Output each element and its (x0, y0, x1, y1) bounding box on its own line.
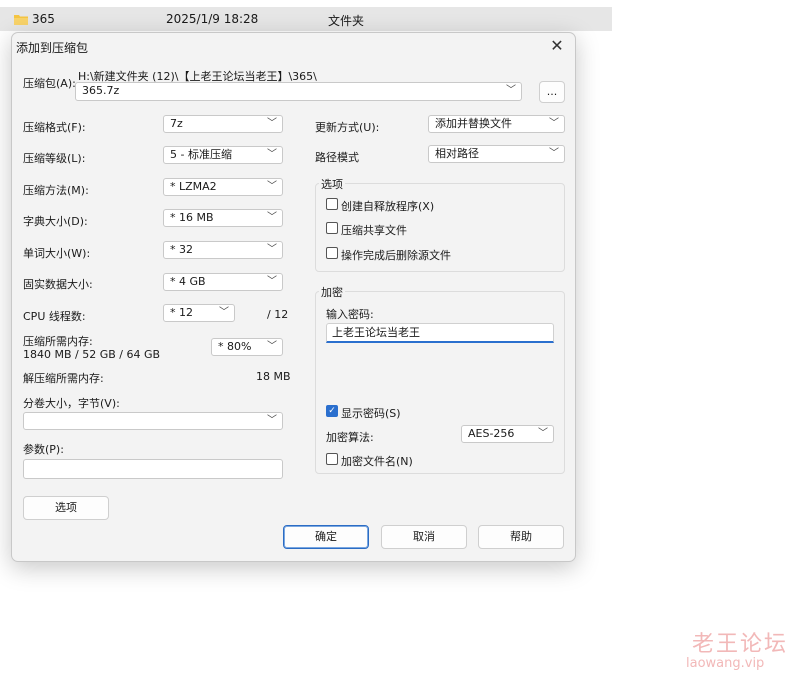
update-label: 更新方式(U): (315, 121, 380, 134)
threads-value: * 12 (170, 306, 193, 319)
explorer-item-name: 365 (32, 12, 55, 26)
update-select[interactable]: 添加并替换文件 ﹀ (428, 115, 565, 133)
method-label: 压缩方法(M): (23, 184, 89, 197)
dict-label: 字典大小(D): (23, 215, 88, 228)
delete-after-checkbox[interactable] (326, 247, 338, 259)
encrypt-names-checkbox[interactable] (326, 453, 338, 465)
delete-after-label: 操作完成后删除源文件 (341, 249, 451, 262)
word-label: 单词大小(W): (23, 247, 91, 260)
chevron-down-icon: ﹀ (549, 118, 559, 129)
path-mode-value: 相对路径 (435, 147, 479, 160)
show-password-label: 显示密码(S) (341, 407, 401, 420)
browse-button[interactable]: ... (539, 81, 565, 103)
params-input[interactable] (23, 459, 283, 479)
sfx-checkbox[interactable] (326, 198, 338, 210)
dict-select[interactable]: * 16 MB ﹀ (163, 209, 283, 227)
chevron-down-icon: ﹀ (267, 149, 277, 160)
threads-label: CPU 线程数: (23, 310, 86, 323)
add-to-archive-dialog: 添加到压缩包 ✕ 压缩包(A): H:\新建文件夹 (12)\【上老王论坛当老王… (11, 32, 576, 562)
level-value: 5 - 标准压缩 (170, 148, 232, 161)
chevron-down-icon: ﹀ (267, 276, 277, 287)
options-button[interactable]: 选项 (23, 496, 109, 520)
chevron-down-icon: ﹀ (267, 341, 277, 352)
dialog-title: 添加到压缩包 (16, 41, 89, 55)
dict-value: * 16 MB (170, 211, 214, 224)
ok-button[interactable]: 确定 (283, 525, 369, 549)
enc-method-label: 加密算法: (326, 431, 374, 444)
password-input[interactable]: 上老王论坛当老王 (326, 323, 554, 343)
password-label: 输入密码: (326, 308, 374, 321)
chevron-down-icon: ﹀ (267, 415, 277, 426)
split-label: 分卷大小，字节(V): (23, 397, 120, 410)
word-select[interactable]: * 32 ﹀ (163, 241, 283, 259)
threads-total: / 12 (267, 308, 289, 321)
check-icon: ✓ (328, 406, 336, 416)
mem-decomp-label: 解压缩所需内存: (23, 372, 104, 385)
chevron-down-icon: ﹀ (549, 148, 559, 159)
help-button[interactable]: 帮助 (478, 525, 564, 549)
chevron-down-icon: ﹀ (267, 181, 277, 192)
chevron-down-icon: ﹀ (219, 307, 229, 318)
explorer-row-365[interactable]: 365 2025/1/9 18:28 文件夹 (0, 7, 612, 31)
solid-select[interactable]: * 4 GB ﹀ (163, 273, 283, 291)
threads-select[interactable]: * 12 ﹀ (163, 304, 235, 322)
explorer-item-date: 2025/1/9 18:28 (166, 12, 259, 26)
archive-label: 压缩包(A): (23, 77, 76, 90)
mem-decomp-value: 18 MB (256, 370, 291, 383)
method-select[interactable]: * LZMA2 ﹀ (163, 178, 283, 196)
format-select[interactable]: 7z ﹀ (163, 115, 283, 133)
archive-name-combo[interactable]: 365.7z ﹀ (75, 82, 522, 101)
chevron-down-icon: ﹀ (267, 244, 277, 255)
format-label: 压缩格式(F): (23, 121, 86, 134)
chevron-down-icon: ﹀ (506, 85, 516, 96)
solid-value: * 4 GB (170, 275, 206, 288)
level-label: 压缩等级(L): (23, 152, 86, 165)
solid-label: 固实数据大小: (23, 278, 93, 291)
split-volume-combo[interactable]: ﹀ (23, 412, 283, 430)
watermark-url: laowang.vip (686, 656, 765, 671)
sfx-label: 创建自释放程序(X) (341, 200, 435, 213)
mem-comp-detail: 1840 MB / 52 GB / 64 GB (23, 348, 161, 361)
chevron-down-icon: ﹀ (267, 118, 277, 129)
explorer-item-type: 文件夹 (328, 14, 365, 28)
mem-comp-select[interactable]: * 80% ﹀ (211, 338, 283, 356)
params-label: 参数(P): (23, 443, 64, 456)
options-group-title: 选项 (319, 176, 345, 192)
dialog-titlebar[interactable]: 添加到压缩包 ✕ (12, 33, 575, 59)
level-select[interactable]: 5 - 标准压缩 ﹀ (163, 146, 283, 164)
chevron-down-icon: ﹀ (538, 428, 548, 439)
format-value: 7z (170, 117, 183, 130)
shared-files-checkbox[interactable] (326, 222, 338, 234)
cancel-button[interactable]: 取消 (381, 525, 467, 549)
watermark-logo-text: 老王论坛 (692, 632, 789, 657)
encryption-group-title: 加密 (319, 284, 345, 300)
mem-comp-label: 压缩所需内存: (23, 335, 93, 348)
folder-icon (14, 15, 28, 25)
enc-method-value: AES-256 (468, 427, 515, 440)
encrypt-names-label: 加密文件名(N) (341, 455, 413, 468)
chevron-down-icon: ﹀ (267, 212, 277, 223)
close-icon: ✕ (550, 36, 564, 55)
word-value: * 32 (170, 243, 193, 256)
close-button[interactable]: ✕ (545, 35, 569, 57)
enc-method-select[interactable]: AES-256 ﹀ (461, 425, 554, 443)
mem-comp-value: * 80% (218, 340, 252, 353)
shared-files-label: 压缩共享文件 (341, 224, 407, 237)
path-mode-label: 路径模式 (315, 151, 359, 164)
update-value: 添加并替换文件 (435, 117, 512, 130)
show-password-checkbox[interactable]: ✓ (326, 405, 338, 417)
path-mode-select[interactable]: 相对路径 ﹀ (428, 145, 565, 163)
method-value: * LZMA2 (170, 180, 217, 193)
archive-name-value: 365.7z (82, 84, 120, 97)
